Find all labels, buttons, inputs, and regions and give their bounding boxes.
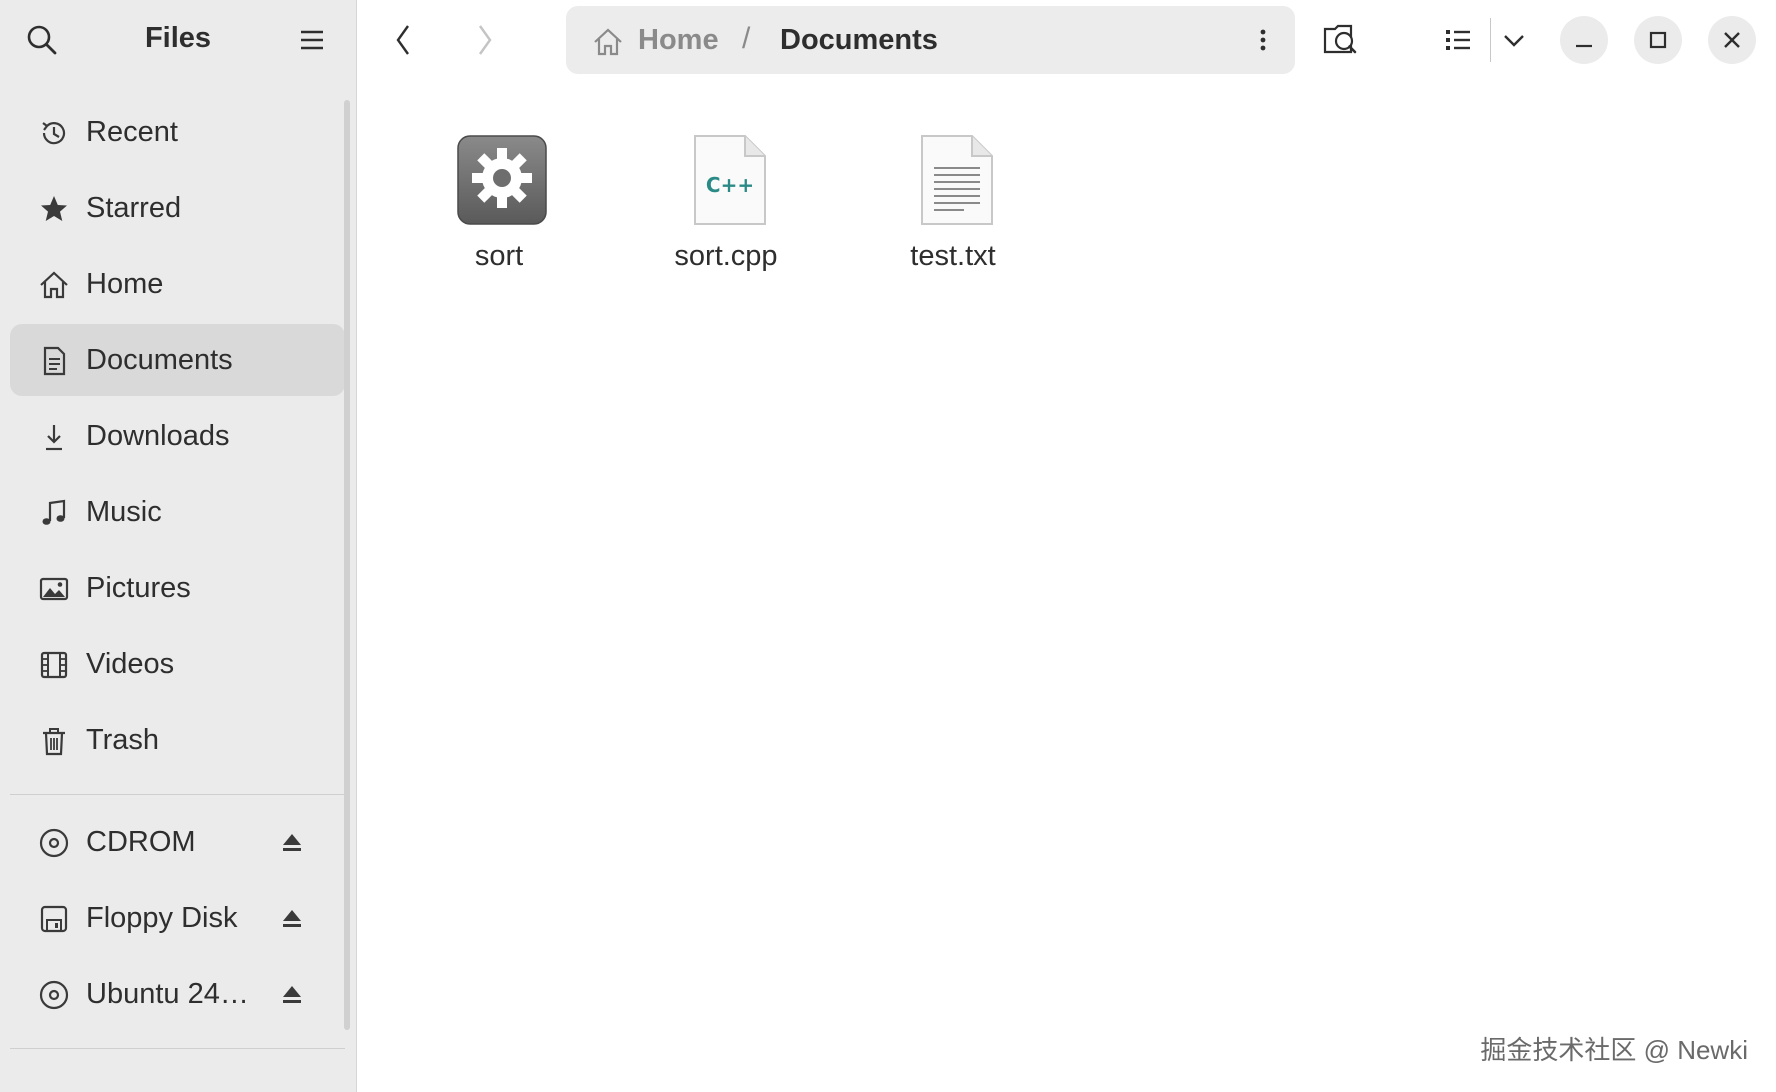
file-item[interactable]: C++ sort.cpp (641, 132, 811, 292)
trash-icon (43, 728, 65, 756)
maximize-button[interactable] (1634, 16, 1682, 64)
close-button[interactable] (1708, 16, 1756, 64)
picture-icon (39, 577, 69, 601)
video-icon (40, 651, 68, 679)
eject-icon[interactable] (280, 830, 304, 854)
chevron-left-icon (396, 25, 409, 55)
disc-icon (39, 980, 69, 1010)
path-bar: Home / Documents (566, 6, 1295, 74)
sidebar-scrollbar[interactable] (344, 100, 350, 1030)
chevron-right-icon (479, 25, 492, 55)
music-icon (42, 499, 66, 525)
sidebar-item-label: Documents (86, 344, 233, 376)
sidebar-header: Files (0, 0, 356, 80)
eject-icon[interactable] (280, 982, 304, 1006)
sidebar-item-label: Pictures (86, 572, 191, 604)
hamburger-icon (301, 30, 323, 50)
sidebar-item-label: Videos (86, 648, 175, 680)
more-options-icon[interactable] (1248, 24, 1278, 56)
sidebar-item-documents[interactable]: Documents (10, 324, 345, 396)
sidebar: Files Recent Starred Home Documents Down… (0, 0, 357, 1092)
disc-icon (39, 828, 69, 858)
folder-search-icon (1323, 24, 1357, 54)
sidebar-item-label: Starred (86, 192, 182, 224)
executable-gear-icon (457, 135, 547, 225)
minimize-icon (1576, 44, 1592, 48)
breadcrumb-separator: / (742, 22, 751, 55)
floppy-icon (40, 905, 68, 933)
sidebar-item-label: CDROM (86, 826, 196, 858)
file-manager-window: Files Recent Starred Home Documents Down… (0, 0, 1776, 1092)
sidebar-item-label: Recent (86, 116, 178, 148)
sidebar-item-videos[interactable]: Videos (10, 628, 345, 700)
sidebar-item-floppy-disk[interactable]: Floppy Disk (10, 882, 345, 954)
minimize-button[interactable] (1560, 16, 1608, 64)
home-icon (40, 271, 68, 299)
main-menu-button[interactable] (292, 20, 332, 60)
file-name: sort.cpp (674, 240, 778, 272)
star-icon (41, 196, 67, 221)
chevron-down-icon (1504, 35, 1524, 47)
forward-button[interactable] (460, 16, 508, 64)
download-icon (46, 425, 62, 451)
document-icon (43, 346, 66, 376)
file-item[interactable]: sort (414, 132, 584, 292)
cpp-badge: C++ (706, 173, 754, 197)
cpp-file-icon: C++ (694, 135, 766, 225)
sidebar-item-music[interactable]: Music (10, 476, 345, 548)
list-view-icon (1446, 30, 1470, 50)
sidebar-divider (10, 794, 345, 795)
sidebar-item-label: Music (86, 496, 162, 528)
eject-icon[interactable] (280, 906, 304, 930)
view-options-button[interactable] (1490, 16, 1538, 64)
sidebar-item-label: Downloads (86, 420, 230, 452)
sidebar-item-ubuntu-disc[interactable]: Ubuntu 24… (10, 958, 345, 1030)
sidebar-item-home[interactable]: Home (10, 248, 345, 320)
sidebar-item-label: Ubuntu 24… (86, 978, 249, 1010)
maximize-icon (1649, 31, 1667, 49)
text-file-icon (921, 135, 993, 225)
clock-icon (42, 122, 66, 145)
search-files-button[interactable] (1318, 16, 1366, 64)
file-name: test.txt (910, 240, 996, 272)
sidebar-item-starred[interactable]: Starred (10, 172, 345, 244)
file-name: sort (474, 240, 524, 272)
breadcrumb-current[interactable]: Documents (780, 24, 938, 57)
sidebar-divider (10, 1048, 345, 1049)
sidebar-item-cdrom[interactable]: CDROM (10, 806, 345, 878)
sidebar-item-downloads[interactable]: Downloads (10, 400, 345, 472)
sidebar-item-label: Home (86, 268, 164, 300)
view-toggle-button[interactable] (1434, 16, 1482, 64)
sidebar-item-trash[interactable]: Trash (10, 704, 345, 776)
sidebar-item-recent[interactable]: Recent (10, 96, 345, 168)
close-icon (1724, 32, 1740, 48)
home-icon (594, 28, 622, 56)
sidebar-item-label: Floppy Disk (86, 902, 238, 934)
file-item[interactable]: test.txt (868, 132, 1038, 292)
watermark: 掘金技术社区 @ Newki (1480, 1035, 1748, 1065)
back-button[interactable] (380, 16, 428, 64)
sidebar-item-pictures[interactable]: Pictures (10, 552, 345, 624)
sidebar-item-label: Trash (86, 724, 160, 756)
breadcrumb-home[interactable]: Home (638, 24, 719, 57)
